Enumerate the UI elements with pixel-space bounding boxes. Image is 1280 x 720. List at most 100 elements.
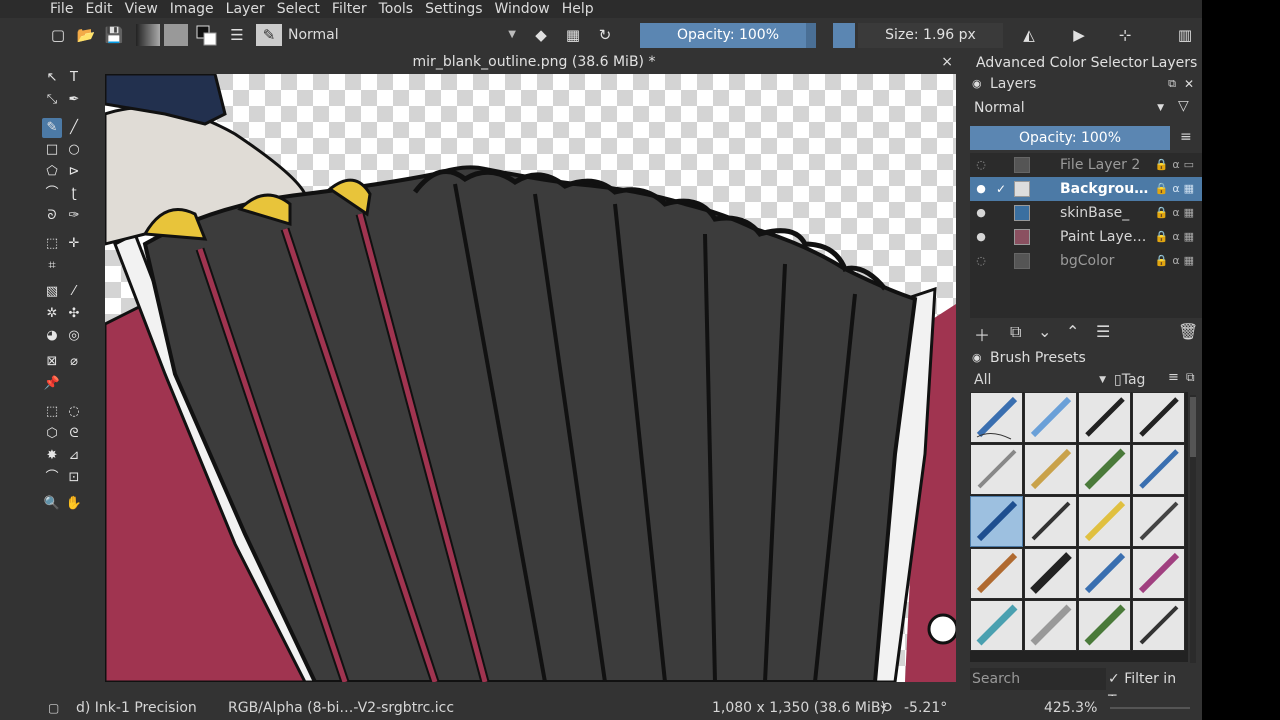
close-icon[interactable]: × — [941, 54, 953, 70]
opacity-slider[interactable]: Opacity: 100% — [640, 23, 816, 48]
transform-tool-icon[interactable]: ⬚ — [42, 234, 62, 254]
document-tab[interactable]: mir_blank_outline.png (38.6 MiB) * × — [105, 52, 963, 74]
brush-preset[interactable] — [1078, 548, 1131, 599]
assistant-tool-icon[interactable]: ⊠ — [42, 352, 62, 372]
save-document-icon[interactable]: 💾 — [104, 24, 124, 46]
freehand-brush-icon[interactable]: ✎ — [42, 118, 62, 138]
move-layer-down-icon[interactable]: ⌄ — [1038, 322, 1051, 341]
dynamic-brush-icon[interactable]: ᘐ — [42, 206, 62, 226]
brush-detach-icon[interactable]: ⧉ — [1186, 370, 1195, 385]
smart-patch-icon[interactable]: ✣ — [64, 304, 84, 324]
brush-preset-icon[interactable]: ✎ — [256, 24, 282, 46]
tag-button[interactable]: ▯Tag — [1114, 369, 1164, 391]
brush-preset[interactable] — [1024, 444, 1077, 495]
menu-help[interactable]: Help — [556, 0, 600, 18]
brush-preset[interactable] — [1132, 496, 1185, 547]
layer-lock-icons[interactable]: 🔒α▦ — [1155, 177, 1198, 201]
crop-tool-icon[interactable]: ⌗ — [42, 256, 62, 276]
eraser-icon[interactable]: ◆ — [530, 24, 552, 46]
color-profile[interactable]: RGB/Alpha (8-bi…-V2-srgbtrc.icc — [228, 696, 454, 720]
zoom-slider[interactable] — [1110, 707, 1190, 709]
layer-properties-icon[interactable]: ☰ — [1096, 322, 1110, 341]
blend-mode-select[interactable]: Normal ▼ — [282, 23, 522, 47]
ellipse-tool-icon[interactable]: ○ — [64, 140, 84, 160]
line-tool-icon[interactable]: ╱ — [64, 118, 84, 138]
open-document-icon[interactable]: 📂 — [76, 24, 96, 46]
magnetic-select-icon[interactable]: ⊡ — [64, 468, 84, 488]
brush-preset-selected[interactable] — [970, 496, 1023, 547]
layer-row[interactable]: ◌ File Layer 2 🔒α▭ — [970, 153, 1202, 177]
gradient-swatch-icon[interactable] — [136, 24, 160, 46]
pan-tool-icon[interactable]: ✋ — [64, 494, 84, 514]
layer-lock-icons[interactable]: 🔒α▦ — [1155, 201, 1198, 225]
brush-preset[interactable] — [970, 548, 1023, 599]
freehand-path-icon[interactable]: ʈ — [64, 184, 84, 204]
move-layer-up-icon[interactable]: ⌃ — [1066, 322, 1079, 341]
menu-view[interactable]: View — [119, 0, 164, 18]
mirror-vertical-icon[interactable]: ▶ — [1068, 24, 1090, 46]
wrap-around-icon[interactable]: ⊹ — [1114, 24, 1136, 46]
brush-search-input[interactable]: Search — [970, 668, 1106, 690]
freehand-select-icon[interactable]: ᘓ — [64, 424, 84, 444]
move-tool-icon[interactable]: ✛ — [64, 234, 84, 254]
measure-tool-icon[interactable]: ⌀ — [64, 352, 84, 372]
workspace-icon[interactable]: ▥ — [1174, 24, 1196, 46]
brush-preset[interactable] — [1132, 600, 1185, 651]
brush-tag-filter-select[interactable]: All ▼ — [970, 369, 1110, 391]
zoom-tool-icon[interactable]: 🔍 — [42, 494, 62, 514]
rotation-icon[interactable]: ⟲ — [880, 696, 892, 720]
menu-tools[interactable]: Tools — [373, 0, 420, 18]
filter-in-tag-checkbox[interactable]: ✓ Filter in Tag — [1108, 668, 1202, 709]
rectangle-tool-icon[interactable]: □ — [42, 140, 62, 160]
fg-bg-color-icon[interactable] — [194, 24, 218, 46]
enclose-fill-icon[interactable]: ◎ — [64, 326, 84, 346]
menu-file[interactable]: File — [0, 0, 79, 18]
brush-preset[interactable] — [1078, 444, 1131, 495]
visibility-icon[interactable]: ● — [974, 177, 988, 201]
gradient-tool-icon[interactable]: ▧ — [42, 282, 62, 302]
similar-select-icon[interactable]: ⊿ — [64, 446, 84, 466]
select-shape-icon[interactable]: ↖ — [42, 68, 62, 88]
new-document-icon[interactable]: ▢ — [48, 24, 68, 46]
fill-tool-icon[interactable]: ◕ — [42, 326, 62, 346]
polygon-tool-icon[interactable]: ⬠ — [42, 162, 62, 182]
zoom-value[interactable]: 425.3% — [1044, 696, 1097, 720]
rotation-value[interactable]: -5.21° — [904, 696, 947, 720]
text-tool-icon[interactable]: T — [64, 68, 84, 88]
brush-preset[interactable] — [970, 600, 1023, 651]
panel-close-icon[interactable]: ✕ — [1184, 74, 1194, 94]
drawing-canvas[interactable] — [105, 74, 956, 682]
multibrush-icon[interactable]: ✑ — [64, 206, 84, 226]
layers-menu-icon[interactable]: ≡ — [1180, 129, 1192, 145]
color-picker-icon[interactable]: ⁄ — [64, 282, 84, 302]
checkmark-icon[interactable]: ✓ — [994, 177, 1008, 201]
brush-preset[interactable] — [970, 444, 1023, 495]
brush-preset[interactable] — [1078, 392, 1131, 443]
tab-layers[interactable]: Layers — [1151, 52, 1197, 74]
reload-preset-icon[interactable]: ↻ — [594, 24, 616, 46]
brush-preset[interactable] — [1024, 496, 1077, 547]
brush-menu-icon[interactable]: ≡ — [1168, 370, 1179, 385]
layer-row[interactable]: ● skinBase_ 🔒α▦ — [970, 201, 1202, 225]
filter-icon[interactable]: ▽ — [1178, 98, 1189, 114]
ellipse-select-icon[interactable]: ◌ — [64, 402, 84, 422]
brush-preset[interactable] — [1024, 600, 1077, 651]
brush-preset[interactable] — [1132, 392, 1185, 443]
size-slider[interactable]: Size: 1.96 px — [858, 23, 1003, 48]
bezier-tool-icon[interactable]: ⌒ — [42, 184, 62, 204]
layer-opacity-slider[interactable]: Opacity: 100% — [970, 126, 1170, 150]
brush-preset[interactable] — [1132, 548, 1185, 599]
bezier-select-icon[interactable]: ⌒ — [42, 468, 62, 488]
opacity-spinner[interactable] — [806, 23, 816, 48]
brush-scrollbar-thumb[interactable] — [1190, 397, 1196, 457]
panel-float-icon[interactable]: ◉ — [972, 348, 982, 368]
layer-lock-icons[interactable]: 🔒α▭ — [1155, 153, 1198, 177]
visibility-off-icon[interactable]: ◌ — [974, 153, 988, 177]
menu-select[interactable]: Select — [271, 0, 326, 18]
brush-settings-icon[interactable]: ☰ — [226, 24, 248, 46]
mirror-horizontal-icon[interactable]: ◭ — [1018, 24, 1040, 46]
menu-window[interactable]: Window — [489, 0, 556, 18]
pattern-swatch-icon[interactable] — [164, 24, 188, 46]
colorize-mask-icon[interactable]: ✲ — [42, 304, 62, 324]
menu-edit[interactable]: Edit — [79, 0, 118, 18]
